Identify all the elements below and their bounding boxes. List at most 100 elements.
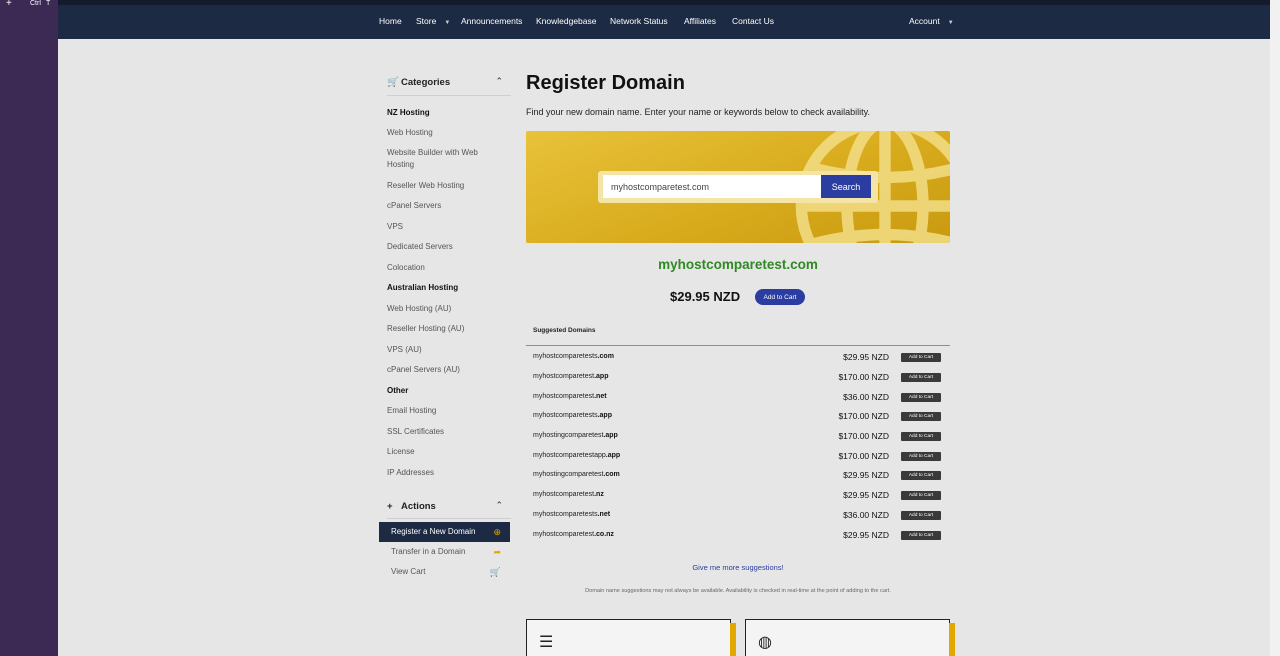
suggestion-price: $29.95 NZD xyxy=(843,352,889,362)
nav-contact-us[interactable]: Contact Us xyxy=(732,16,774,26)
suggestion-name: myhostcomparetest xyxy=(533,393,595,400)
categories-header[interactable]: 🛒 Categories xyxy=(387,77,450,88)
page-title: Register Domain xyxy=(526,72,685,94)
suggestion-price: $170.00 NZD xyxy=(838,451,889,461)
suggestion-price: $29.95 NZD xyxy=(843,490,889,500)
suggestion-add-to-cart-button[interactable]: Add to Cart xyxy=(901,511,941,520)
sidebar-item[interactable]: cPanel Servers xyxy=(387,200,499,212)
feature-card-transfer[interactable]: ◍ xyxy=(745,619,950,656)
suggestion-row: myhostcomparetests.net $36.00 NZD Add to C… xyxy=(533,509,943,523)
suggestion-price: $170.00 NZD xyxy=(838,431,889,441)
suggestion-name: myhostcomparetests xyxy=(533,511,598,518)
suggestion-tld: .app xyxy=(603,432,618,439)
nav-account-label: Account xyxy=(909,16,940,26)
sidebar-category-heading[interactable]: Other xyxy=(387,385,499,397)
chevron-up-icon[interactable]: ⌃ xyxy=(495,500,503,511)
suggestion-tld: .co.nz xyxy=(594,531,614,538)
nav-store[interactable]: Store ▼ xyxy=(416,16,450,26)
sidebar-item[interactable]: Reseller Web Hosting xyxy=(387,180,499,192)
sidebar-item[interactable]: License xyxy=(387,446,499,458)
sidebar-item[interactable]: Website Builder with Web Hosting xyxy=(387,147,499,171)
more-suggestions-link[interactable]: Give me more suggestions! xyxy=(526,563,950,572)
divider xyxy=(526,345,950,346)
suggestion-tld: .app xyxy=(594,373,609,380)
card-accent xyxy=(730,623,736,656)
suggestion-price: $36.00 NZD xyxy=(843,510,889,520)
nav-home[interactable]: Home xyxy=(379,16,402,26)
suggestion-name: myhostcomparetest xyxy=(533,531,595,538)
sidebar-item[interactable]: VPS xyxy=(387,221,499,233)
search-button[interactable]: Search xyxy=(821,175,871,198)
suggestion-add-to-cart-button[interactable]: Add to Cart xyxy=(901,353,941,362)
suggestion-row: myhostcomparetest.net $36.00 NZD Add to Ca… xyxy=(533,391,943,405)
nav-account[interactable]: Account ▼ xyxy=(909,16,954,26)
sidebar-item[interactable]: Web Hosting (AU) xyxy=(387,303,499,315)
nav-store-label: Store xyxy=(416,16,437,26)
divider xyxy=(387,518,511,519)
categories-title: Categories xyxy=(401,77,451,88)
suggestion-add-to-cart-button[interactable]: Add to Cart xyxy=(901,491,941,500)
feature-card-hosting[interactable]: ☰ xyxy=(526,619,731,656)
os-plus-icon[interactable]: + xyxy=(6,0,12,9)
sidebar-item[interactable]: SSL Certificates xyxy=(387,426,499,438)
globe-icon: ⊕ xyxy=(493,527,501,537)
nav-affiliates[interactable]: Affiliates xyxy=(684,16,716,26)
globe-icon: ◍ xyxy=(758,634,772,651)
suggestion-domain: myhostcomparetestapp.app xyxy=(533,452,620,459)
suggestion-domain: myhostcomparetests.com xyxy=(533,353,614,360)
suggestion-add-to-cart-button[interactable]: Add to Cart xyxy=(901,452,941,461)
share-arrow-icon: ➦ xyxy=(493,547,501,557)
suggestion-add-to-cart-button[interactable]: Add to Cart xyxy=(901,471,941,480)
os-t-label: T xyxy=(46,0,51,7)
chevron-up-icon[interactable]: ⌃ xyxy=(495,76,503,87)
suggestion-add-to-cart-button[interactable]: Add to Cart xyxy=(901,373,941,382)
suggestion-add-to-cart-button[interactable]: Add to Cart xyxy=(901,531,941,540)
sidebar-item[interactable]: Email Hosting xyxy=(387,405,499,417)
suggestion-domain: myhostcomparetests.net xyxy=(533,511,610,518)
sidebar-action-0[interactable]: Register a New Domain ⊕ xyxy=(379,522,510,542)
sidebar-item[interactable]: Reseller Hosting (AU) xyxy=(387,323,499,335)
suggestion-price: $36.00 NZD xyxy=(843,392,889,402)
sidebar-item[interactable]: VPS (AU) xyxy=(387,344,499,356)
suggestion-row: myhostcomparetests.app $170.00 NZD Add to … xyxy=(533,410,943,424)
suggestion-tld: .com xyxy=(603,471,620,478)
os-side-strip: + Ctrl T xyxy=(0,0,58,656)
suggestion-price: $170.00 NZD xyxy=(838,411,889,421)
suggestion-domain: myhostcomparetest.co.nz xyxy=(533,531,614,538)
suggestion-row: myhostcomparetests.com $29.95 NZD Add to C… xyxy=(533,351,943,365)
nav-announcements[interactable]: Announcements xyxy=(461,16,522,26)
suggestion-row: myhostingcomparetest.com $29.95 NZD Add to… xyxy=(533,469,943,483)
sidebar-item[interactable]: Web Hosting xyxy=(387,127,499,139)
action-label: View Cart xyxy=(391,567,426,576)
plus-icon: + xyxy=(387,501,393,512)
sidebar-item[interactable]: cPanel Servers (AU) xyxy=(387,364,499,376)
suggestion-name: myhostcomparetests xyxy=(533,353,598,360)
suggestion-domain: myhostcomparetest.net xyxy=(533,393,607,400)
chevron-down-icon: ▼ xyxy=(444,20,451,26)
sidebar-action-1[interactable]: Transfer in a Domain ➦ xyxy=(379,542,510,562)
nav-knowledgebase[interactable]: Knowledgebase xyxy=(536,16,597,26)
suggestion-name: myhostcomparetestapp xyxy=(533,452,606,459)
server-icon: ☰ xyxy=(539,634,554,651)
suggestion-add-to-cart-button[interactable]: Add to Cart xyxy=(901,393,941,402)
add-to-cart-button[interactable]: Add to Cart xyxy=(755,289,805,305)
suggestion-add-to-cart-button[interactable]: Add to Cart xyxy=(901,432,941,441)
domain-search-input[interactable] xyxy=(603,175,821,198)
suggestion-domain: myhostcomparetest.app xyxy=(533,373,608,380)
sidebar-action-2[interactable]: View Cart 🛒 xyxy=(379,562,510,582)
card-accent xyxy=(949,623,955,656)
suggestion-row: myhostingcomparetest.app $170.00 NZD Add t… xyxy=(533,430,943,444)
nav-network-status[interactable]: Network Status xyxy=(610,16,668,26)
search-box: Search xyxy=(598,171,878,203)
suggestion-add-to-cart-button[interactable]: Add to Cart xyxy=(901,412,941,421)
sidebar-item[interactable]: Dedicated Servers xyxy=(387,241,499,253)
actions-header[interactable]: + Actions xyxy=(387,501,436,512)
suggested-domains-header: Suggested Domains xyxy=(533,327,596,334)
suggestion-price: $170.00 NZD xyxy=(838,372,889,382)
sidebar-item[interactable]: Colocation xyxy=(387,262,499,274)
suggestion-name: myhostingcomparetest xyxy=(533,432,604,439)
sidebar-category-heading[interactable]: NZ Hosting xyxy=(387,107,499,119)
sidebar-item[interactable]: IP Addresses xyxy=(387,467,499,479)
sidebar-category-heading[interactable]: Australian Hosting xyxy=(387,282,499,294)
suggestion-row: myhostcomparetest.co.nz $29.95 NZD Add to … xyxy=(533,529,943,543)
